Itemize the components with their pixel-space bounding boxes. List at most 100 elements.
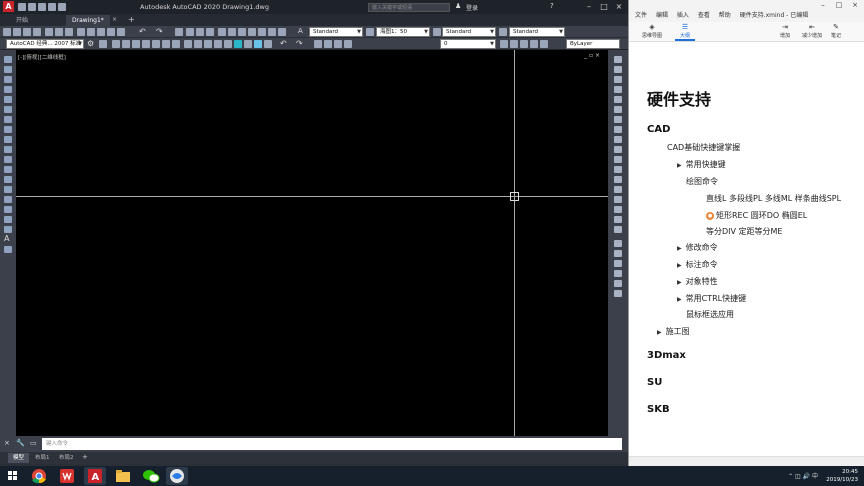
field-icon[interactable] <box>224 40 232 48</box>
move-icon[interactable] <box>614 106 622 113</box>
layer-undo-icon[interactable]: ↶ <box>280 39 287 48</box>
zoom-realtime-icon[interactable] <box>186 28 194 36</box>
layer-match-icon[interactable] <box>324 40 332 48</box>
gradient-icon[interactable] <box>194 40 202 48</box>
layer-unisolate-icon[interactable] <box>142 40 150 48</box>
quick-access-new-icon[interactable] <box>18 3 26 11</box>
autocad-logo-icon[interactable]: A <box>3 1 14 12</box>
new-tab-button[interactable]: + <box>128 15 135 24</box>
tab-layout1[interactable]: 布局1 <box>30 453 55 463</box>
linetype-icon[interactable] <box>510 40 518 48</box>
help-search-input[interactable]: 键入关键字或短语 <box>368 3 450 12</box>
plot-style-icon[interactable] <box>530 40 538 48</box>
horizontal-scrollbar[interactable] <box>629 456 864 466</box>
wps-icon[interactable] <box>56 467 78 485</box>
rotate-icon[interactable] <box>614 116 622 123</box>
topic-construction[interactable]: ▶ 施工图 <box>657 326 690 337</box>
topic-modify[interactable]: ▶ 修改命令 <box>677 242 718 253</box>
publish-icon[interactable] <box>65 28 73 36</box>
preview-icon[interactable] <box>55 28 63 36</box>
maximize-icon[interactable]: □ <box>597 1 611 13</box>
close-icon[interactable]: × <box>612 1 626 13</box>
note-button[interactable]: ✎ 笔记 <box>829 23 843 39</box>
qnew-icon[interactable] <box>13 28 21 36</box>
topic-rect-commands[interactable]: ● 矩形REC 圆环DO 椭圆EL <box>706 210 807 221</box>
topic-line-commands[interactable]: 直线L 多段线PL 多线ML 样条曲线SPL <box>706 193 841 204</box>
autocad-task-icon[interactable]: A <box>84 467 106 485</box>
scale-icon[interactable] <box>614 126 622 133</box>
menu-help[interactable]: 帮助 <box>719 12 731 19</box>
tab-close-icon[interactable]: × <box>112 16 117 23</box>
circle-icon[interactable] <box>4 116 12 123</box>
layer-properties-icon[interactable] <box>112 40 120 48</box>
topic-properties[interactable]: ▶ 对象特性 <box>677 276 718 287</box>
ellipse-arc-icon[interactable] <box>4 156 12 163</box>
expand-icon[interactable]: ▶ <box>677 262 682 269</box>
add-layout-button[interactable]: + <box>82 453 88 461</box>
expand-icon[interactable]: ▶ <box>677 245 682 252</box>
layer-state-icon[interactable] <box>314 40 322 48</box>
pan-icon[interactable] <box>175 28 183 36</box>
system-tray[interactable]: ⌃ ◫ 🔊 中 <box>788 471 818 480</box>
trim-icon[interactable] <box>614 146 622 153</box>
topic-3dmax[interactable]: 3Dmax <box>647 350 686 361</box>
topic-ctrl-shortcuts[interactable]: ▶ 常用CTRL快捷键 <box>677 293 746 304</box>
layer-iso-icon[interactable] <box>132 40 140 48</box>
osnap-quadrant-icon[interactable] <box>614 280 622 287</box>
make-block-icon[interactable] <box>4 176 12 183</box>
redo-icon[interactable]: ↷ <box>156 27 163 36</box>
construction-line-icon[interactable] <box>4 66 12 73</box>
open-icon[interactable] <box>23 28 31 36</box>
zoom-previous-icon[interactable] <box>206 28 214 36</box>
expand-icon[interactable]: ▶ <box>677 279 682 286</box>
save-icon[interactable] <box>33 28 41 36</box>
array-icon[interactable] <box>614 96 622 103</box>
remove-button[interactable]: ⇤ 减少增加 <box>799 23 825 39</box>
print-icon[interactable] <box>45 28 53 36</box>
viewport-window-controls[interactable]: _ ▫ × <box>584 52 600 59</box>
layer-previous-icon[interactable] <box>122 40 130 48</box>
workspace-select[interactable]: AutoCAD 经典... 2007 标准 ▼ <box>6 39 84 49</box>
layer-select[interactable]: 0 ▼ <box>440 39 496 49</box>
break-icon[interactable] <box>614 176 622 183</box>
undo-icon[interactable]: ↶ <box>139 27 146 36</box>
topic-mouse-select[interactable]: 鼠标框选应用 <box>686 309 734 320</box>
zoom-window-icon[interactable] <box>196 28 204 36</box>
lineweight-icon[interactable] <box>520 40 528 48</box>
annotation-scale-select[interactable]: 海图1：50 ▼ <box>376 27 430 37</box>
menu-edit[interactable]: 编辑 <box>656 12 668 19</box>
tool-palettes-icon[interactable] <box>238 28 246 36</box>
blend-icon[interactable] <box>614 216 622 223</box>
layer-off-icon[interactable] <box>162 40 170 48</box>
add-selected-icon[interactable] <box>4 246 12 253</box>
quickcalc-icon[interactable] <box>268 28 276 36</box>
polygon-icon[interactable] <box>4 86 12 93</box>
add-button[interactable]: ⇥ 增加 <box>777 23 793 39</box>
outline-root[interactable]: 硬件支持 <box>647 86 711 110</box>
workspace-save-icon[interactable] <box>99 40 107 48</box>
menu-view[interactable]: 查看 <box>698 12 710 19</box>
table-style-select[interactable]: Standard ▼ <box>509 27 565 37</box>
layer-merge-icon[interactable] <box>344 40 352 48</box>
command-input[interactable]: 键入命令 <box>42 438 622 450</box>
wechat-icon[interactable] <box>140 467 162 485</box>
help-icon[interactable]: ? <box>550 2 554 10</box>
design-center-icon[interactable] <box>228 28 236 36</box>
sign-in-link[interactable]: 登录 <box>466 3 478 12</box>
topic-skb[interactable]: SKB <box>647 404 670 415</box>
tab-model[interactable]: 模型 <box>8 453 30 463</box>
outline-view-button[interactable]: ☰ 大纲 <box>675 23 695 41</box>
customize-cmd-icon[interactable]: 🔧 <box>16 439 25 447</box>
xmind-minimize-icon[interactable]: – <box>815 0 831 10</box>
quick-access-save-icon[interactable] <box>38 3 46 11</box>
hatch-tool-icon[interactable] <box>4 196 12 203</box>
osnap-tangent-icon[interactable] <box>614 290 622 297</box>
visual-style-icon[interactable] <box>264 40 272 48</box>
quick-access-print-icon[interactable] <box>58 3 66 11</box>
block-editor-icon[interactable] <box>117 28 125 36</box>
topic-cad-shortcuts[interactable]: CAD基础快捷键掌握 <box>667 142 740 153</box>
topic-draw-commands[interactable]: 绘图命令 <box>686 176 718 187</box>
point-icon[interactable] <box>4 186 12 193</box>
offset-icon[interactable] <box>614 86 622 93</box>
hatch-icon[interactable] <box>184 40 192 48</box>
